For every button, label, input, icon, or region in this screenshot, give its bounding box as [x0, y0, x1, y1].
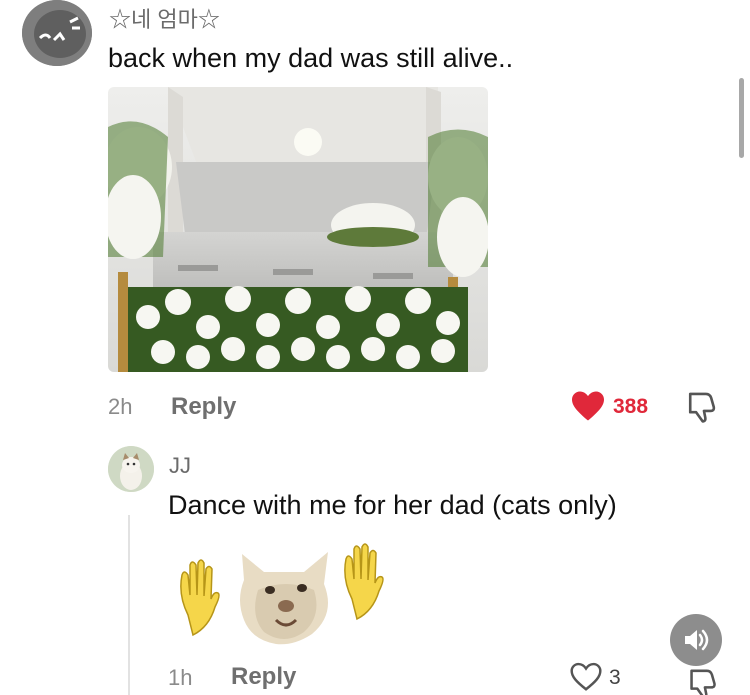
reply-button[interactable]: Reply [171, 393, 236, 421]
avatar[interactable] [108, 446, 154, 492]
thumbs-down-icon[interactable] [687, 667, 719, 695]
sound-toggle-button[interactable] [670, 614, 722, 666]
speaker-icon [685, 629, 709, 651]
heart-filled-icon[interactable] [570, 390, 606, 422]
scrollbar[interactable] [739, 78, 744, 158]
comment-username[interactable]: JJ [169, 453, 191, 479]
avatar[interactable] [22, 0, 92, 66]
comment-timestamp: 2h [108, 394, 133, 419]
avatar-image [22, 0, 92, 66]
heart-outline-icon[interactable] [569, 662, 603, 692]
thread-line [128, 515, 130, 695]
like-count: 3 [609, 666, 621, 689]
like-count: 388 [613, 395, 649, 418]
funeral-photo-image [108, 87, 488, 372]
comment-text: Dance with me for her dad (cats only) [168, 490, 617, 520]
reply-button[interactable]: Reply [231, 663, 296, 691]
cat-sticker-image[interactable] [170, 540, 410, 650]
comment-username[interactable]: ☆네 엄마☆ [109, 2, 220, 34]
comment-timestamp: 1h [168, 665, 193, 690]
avatar-image [108, 446, 154, 492]
comment-text: back when my dad was still alive.. [108, 43, 514, 73]
comment-photo[interactable] [108, 87, 488, 372]
thumbs-down-icon[interactable] [686, 390, 718, 424]
